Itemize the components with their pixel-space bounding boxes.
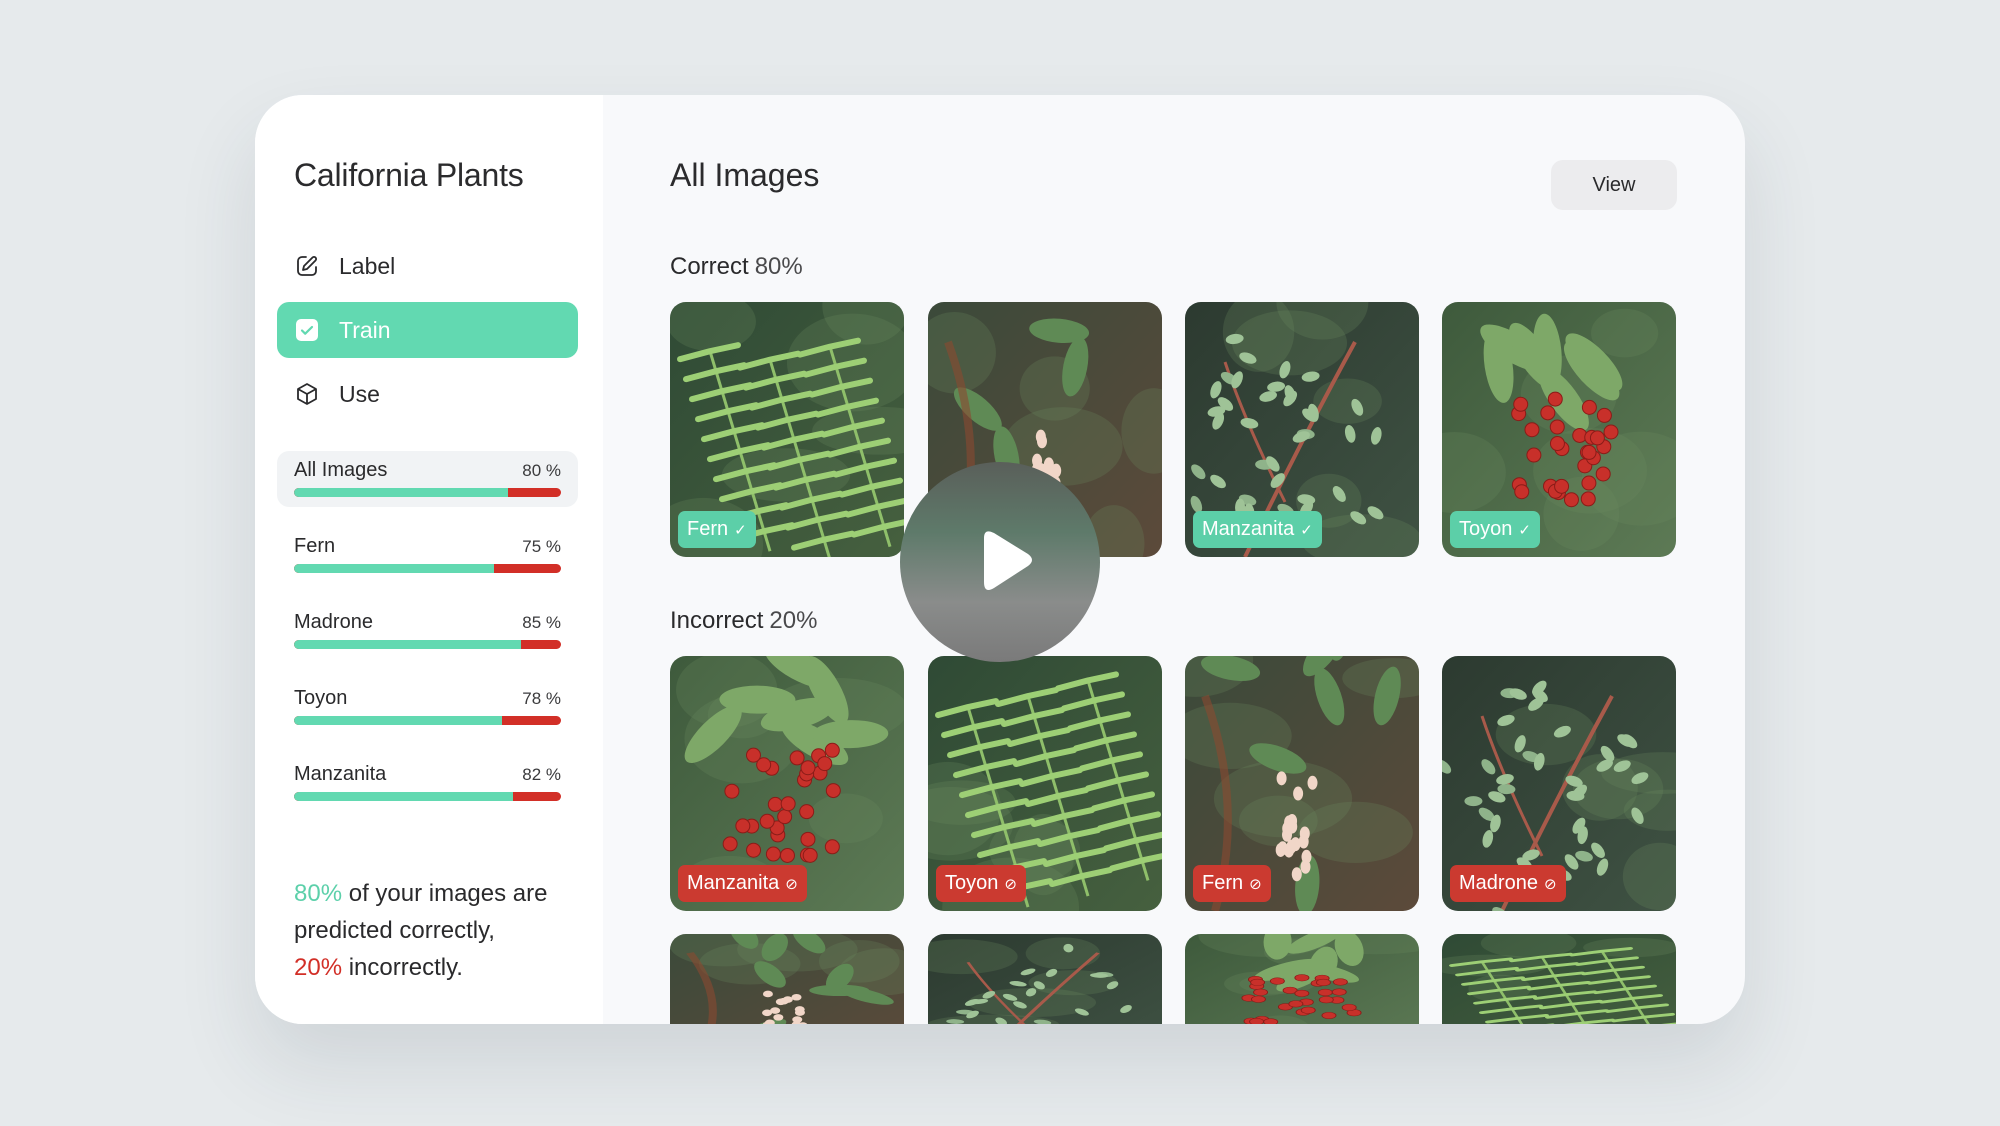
nav-item-use[interactable]: Use xyxy=(277,366,578,422)
accuracy-bar-fill xyxy=(294,488,508,497)
correct-label-badge: Manzanita ✓ xyxy=(1193,511,1322,548)
blocked-icon: ⊘ xyxy=(1249,875,1262,893)
blocked-icon: ⊘ xyxy=(785,875,798,893)
correct-label-badge: Fern ✓ xyxy=(678,511,756,548)
category-percent: 78 % xyxy=(522,689,561,708)
predicted-label: Fern xyxy=(687,518,729,540)
cube-icon xyxy=(294,381,320,407)
accuracy-item-madrone[interactable]: Madrone 85 % xyxy=(277,603,578,659)
check-icon: ✓ xyxy=(734,521,747,539)
image-tile[interactable] xyxy=(670,934,904,1024)
toyon-photo xyxy=(1185,934,1419,1024)
correct-label-badge: Toyon ✓ xyxy=(1450,511,1540,548)
accuracy-bar-fill xyxy=(294,640,521,649)
category-name: Madrone xyxy=(294,611,373,633)
section-percent: 80% xyxy=(754,253,803,280)
image-tile[interactable]: Fern ⊘ xyxy=(1185,656,1419,911)
section-label: Correct xyxy=(670,253,749,280)
blocked-icon: ⊘ xyxy=(1004,875,1017,893)
play-icon xyxy=(984,531,1032,590)
accuracy-summary: 80% of your images are predicted correct… xyxy=(294,875,584,986)
incorrect-label-badge: Madrone ⊘ xyxy=(1450,865,1566,902)
image-tile[interactable] xyxy=(1185,934,1419,1024)
app-title: California Plants xyxy=(294,157,524,193)
category-percent: 82 % xyxy=(522,765,561,784)
nav-item-train[interactable]: Train xyxy=(277,302,578,358)
incorrect-label-badge: Manzanita ⊘ xyxy=(678,865,807,902)
category-name: Toyon xyxy=(294,687,348,709)
accuracy-bar-fill xyxy=(294,564,495,573)
image-tile[interactable]: Manzanita ✓ xyxy=(1185,302,1419,557)
predicted-label: Toyon xyxy=(945,872,999,894)
incorrect-percent: 20% xyxy=(294,954,343,981)
image-tile[interactable] xyxy=(928,934,1162,1024)
image-tile[interactable]: Fern ✓ xyxy=(670,302,904,557)
nav-label: Use xyxy=(339,380,380,407)
incorrect-section-heading: Incorrect 20% xyxy=(670,607,817,635)
category-name: Manzanita xyxy=(294,763,387,785)
check-icon: ✓ xyxy=(1300,521,1313,539)
image-tile[interactable]: Madrone ⊘ xyxy=(1442,656,1676,911)
predicted-label: Manzanita xyxy=(687,872,780,894)
play-video-button[interactable] xyxy=(900,462,1100,662)
accuracy-item-toyon[interactable]: Toyon 78 % xyxy=(277,679,578,735)
accuracy-bar xyxy=(294,488,561,497)
manzanita-photo xyxy=(928,934,1162,1024)
app-window: California Plants Label Train Use All Im… xyxy=(255,95,1745,1024)
nav-item-label[interactable]: Label xyxy=(277,238,578,294)
correct-percent: 80% xyxy=(294,880,343,907)
image-tile[interactable]: Toyon ⊘ xyxy=(928,656,1162,911)
view-button[interactable]: View xyxy=(1551,160,1677,210)
fern-photo xyxy=(1442,934,1676,1024)
sidebar: California Plants Label Train Use All Im… xyxy=(255,95,603,1024)
category-percent: 75 % xyxy=(522,537,561,556)
correct-section-heading: Correct 80% xyxy=(670,253,803,281)
madrone-photo xyxy=(670,934,904,1024)
accuracy-item-fern[interactable]: Fern 75 % xyxy=(277,527,578,583)
incorrect-label-badge: Fern ⊘ xyxy=(1193,865,1271,902)
blocked-icon: ⊘ xyxy=(1543,875,1557,893)
accuracy-bar-fill xyxy=(294,716,503,725)
accuracy-bar xyxy=(294,792,561,801)
check-icon: ✓ xyxy=(1518,521,1531,539)
incorrect-label-badge: Toyon ⊘ xyxy=(936,865,1026,902)
nav-label: Train xyxy=(339,316,391,343)
section-percent: 20% xyxy=(769,607,818,634)
nav-label: Label xyxy=(339,252,396,279)
page-title: All Images xyxy=(670,157,820,193)
category-name: All Images xyxy=(294,459,388,481)
accuracy-bar xyxy=(294,640,561,649)
image-tile[interactable]: Manzanita ⊘ xyxy=(670,656,904,911)
section-label: Incorrect xyxy=(670,607,764,634)
predicted-label: Manzanita xyxy=(1202,518,1295,540)
accuracy-bar xyxy=(294,716,561,725)
summary-text: incorrectly. xyxy=(342,954,463,981)
category-percent: 80 % xyxy=(522,461,561,480)
accuracy-item-manzanita[interactable]: Manzanita 82 % xyxy=(277,755,578,811)
accuracy-item-all-images[interactable]: All Images 80 % xyxy=(277,451,578,507)
image-tile[interactable]: Toyon ✓ xyxy=(1442,302,1676,557)
predicted-label: Madrone xyxy=(1459,872,1538,894)
accuracy-bar xyxy=(294,564,561,573)
checkbox-icon xyxy=(294,317,320,343)
edit-icon xyxy=(294,253,320,279)
category-name: Fern xyxy=(294,535,336,557)
category-percent: 85 % xyxy=(522,613,561,632)
accuracy-bar-fill xyxy=(294,792,513,801)
predicted-label: Toyon xyxy=(1459,518,1513,540)
predicted-label: Fern xyxy=(1202,872,1244,894)
image-tile[interactable] xyxy=(1442,934,1676,1024)
